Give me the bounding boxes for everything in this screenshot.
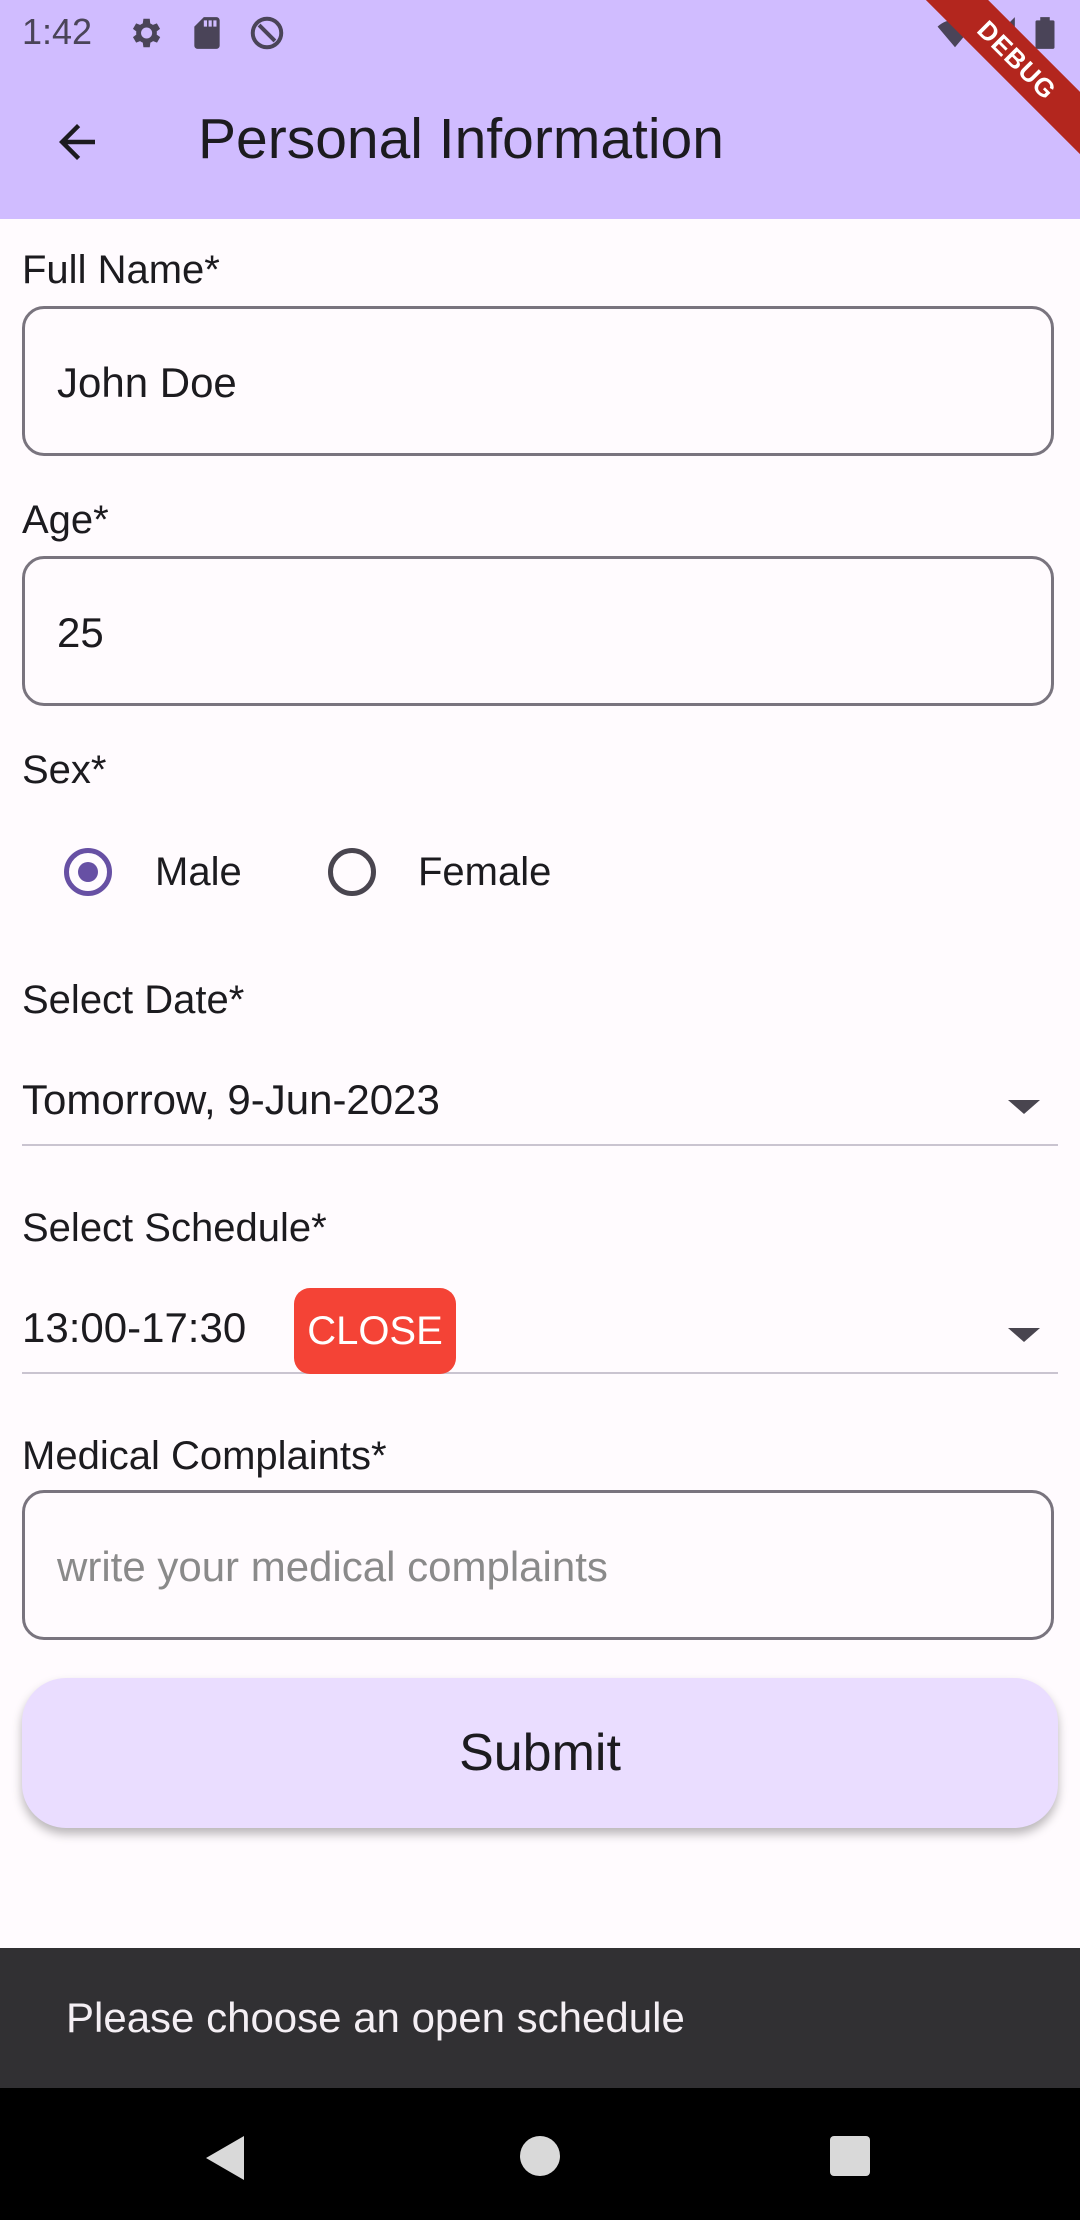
full-name-label: Full Name* [22,248,220,292]
complaints-label: Medical Complaints* [22,1434,387,1478]
age-label: Age* [22,498,109,542]
age-field[interactable]: 25 [22,556,1054,706]
chevron-down-icon [1008,1100,1040,1114]
date-label: Select Date* [22,978,245,1022]
back-button[interactable] [44,109,110,175]
complaints-placeholder: write your medical complaints [57,1543,608,1590]
sex-label: Sex* [22,748,107,792]
app-bar: 1:42 Personal Information DEBUG [0,0,1080,219]
sd-card-icon [194,17,220,49]
radio-male[interactable] [64,848,112,896]
at-sign-icon [250,16,284,50]
schedule-value: 13:00-17:30 [22,1304,247,1351]
nav-back-icon[interactable] [206,2136,244,2180]
radio-female-label[interactable]: Female [418,850,551,895]
schedule-dropdown[interactable]: 13:00-17:30 CLOSE [22,1288,1058,1374]
nav-home-icon[interactable] [520,2136,560,2176]
full-name-field[interactable]: John Doe [22,306,1054,456]
snackbar-message: Please choose an open schedule [66,1994,685,2041]
settings-icon [132,18,161,48]
system-nav-bar [0,2088,1080,2220]
schedule-label: Select Schedule* [22,1206,327,1250]
radio-female[interactable] [328,848,376,896]
arrow-back-icon [59,124,95,160]
nav-recents-icon[interactable] [830,2136,870,2176]
status-bar: 1:42 [0,0,1080,66]
snackbar: Please choose an open schedule [0,1948,1080,2088]
page-title: Personal Information [198,107,724,171]
full-name-value: John Doe [57,359,237,406]
status-badge: CLOSE [294,1288,456,1374]
age-value: 25 [57,609,104,656]
chevron-down-icon [1008,1328,1040,1342]
complaints-field[interactable]: write your medical complaints [22,1490,1054,1640]
status-time: 1:42 [22,11,93,52]
date-dropdown[interactable]: Tomorrow, 9-Jun-2023 [22,1064,1058,1146]
date-value: Tomorrow, 9-Jun-2023 [22,1076,440,1123]
radio-male-label[interactable]: Male [155,850,242,895]
submit-button[interactable]: Submit [22,1678,1058,1828]
